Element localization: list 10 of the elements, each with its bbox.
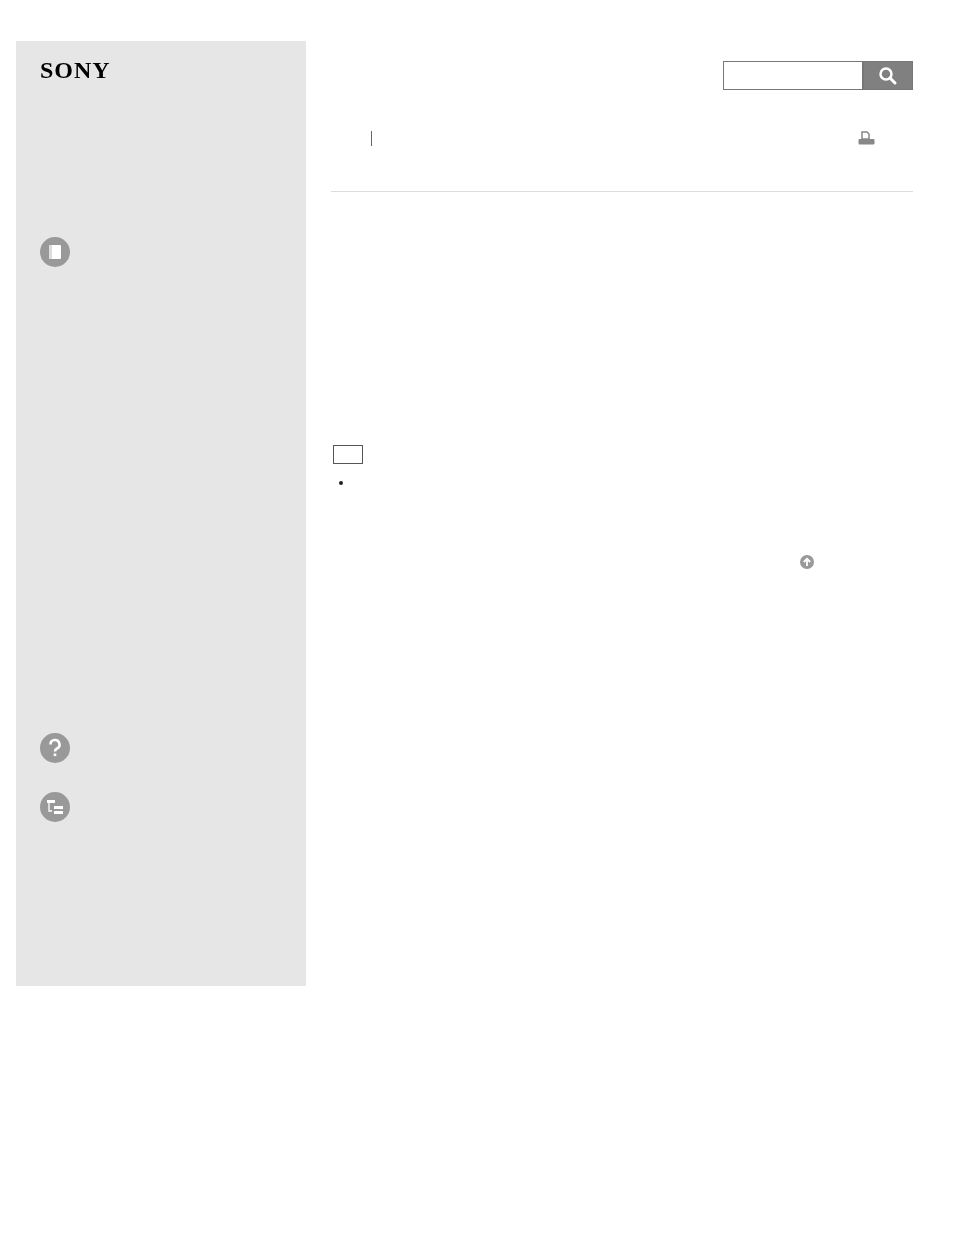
book-icon[interactable] [40,237,70,267]
search-field[interactable] [723,61,863,90]
logo[interactable]: SONY [40,58,111,82]
back-to-top-icon[interactable] [800,555,814,569]
search-button[interactable] [863,61,913,90]
search-icon [878,65,898,86]
help-icon[interactable] [40,733,70,763]
note-label-box [333,445,363,464]
tree-icon[interactable] [40,792,70,822]
print-icon[interactable] [858,131,875,145]
